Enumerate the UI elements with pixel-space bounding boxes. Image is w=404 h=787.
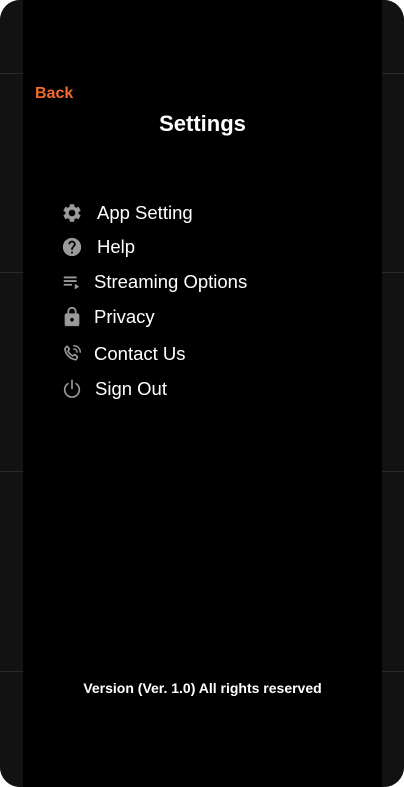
divider	[382, 272, 404, 273]
phone-call-icon	[60, 342, 84, 366]
divider	[382, 471, 404, 472]
menu-item-help[interactable]: Help	[60, 232, 135, 262]
version-text: Version (Ver. 1.0) All rights reserved	[83, 680, 322, 696]
divider	[0, 671, 23, 672]
divider	[0, 471, 23, 472]
settings-panel: Back Settings App Setting Help Streaming…	[23, 0, 382, 787]
playlist-play-icon	[60, 270, 84, 294]
menu-item-privacy[interactable]: Privacy	[60, 302, 155, 332]
left-edge-strip	[0, 0, 23, 787]
power-icon	[60, 377, 84, 401]
divider	[382, 671, 404, 672]
help-circle-icon	[60, 235, 84, 259]
menu-item-label: Help	[97, 236, 136, 257]
page-title: Settings	[159, 111, 246, 136]
divider	[0, 73, 23, 74]
divider	[382, 73, 404, 74]
right-edge-strip	[382, 0, 404, 787]
lock-icon	[60, 305, 84, 329]
app-screen: Back Settings App Setting Help Streaming…	[0, 0, 404, 787]
divider	[0, 272, 23, 273]
menu-item-sign-out[interactable]: Sign Out	[60, 374, 167, 404]
menu-item-label: Contact Us	[94, 343, 186, 364]
menu-item-app-setting[interactable]: App Setting	[60, 198, 193, 228]
gear-icon	[60, 201, 84, 225]
menu-item-label: Sign Out	[95, 378, 167, 399]
menu-item-label: App Setting	[97, 202, 193, 223]
back-button[interactable]: Back	[35, 85, 73, 103]
menu-item-label: Privacy	[94, 306, 155, 327]
menu-item-contact-us[interactable]: Contact Us	[60, 339, 186, 369]
menu-item-label: Streaming Options	[94, 271, 248, 292]
menu-item-streaming-options[interactable]: Streaming Options	[60, 267, 247, 297]
